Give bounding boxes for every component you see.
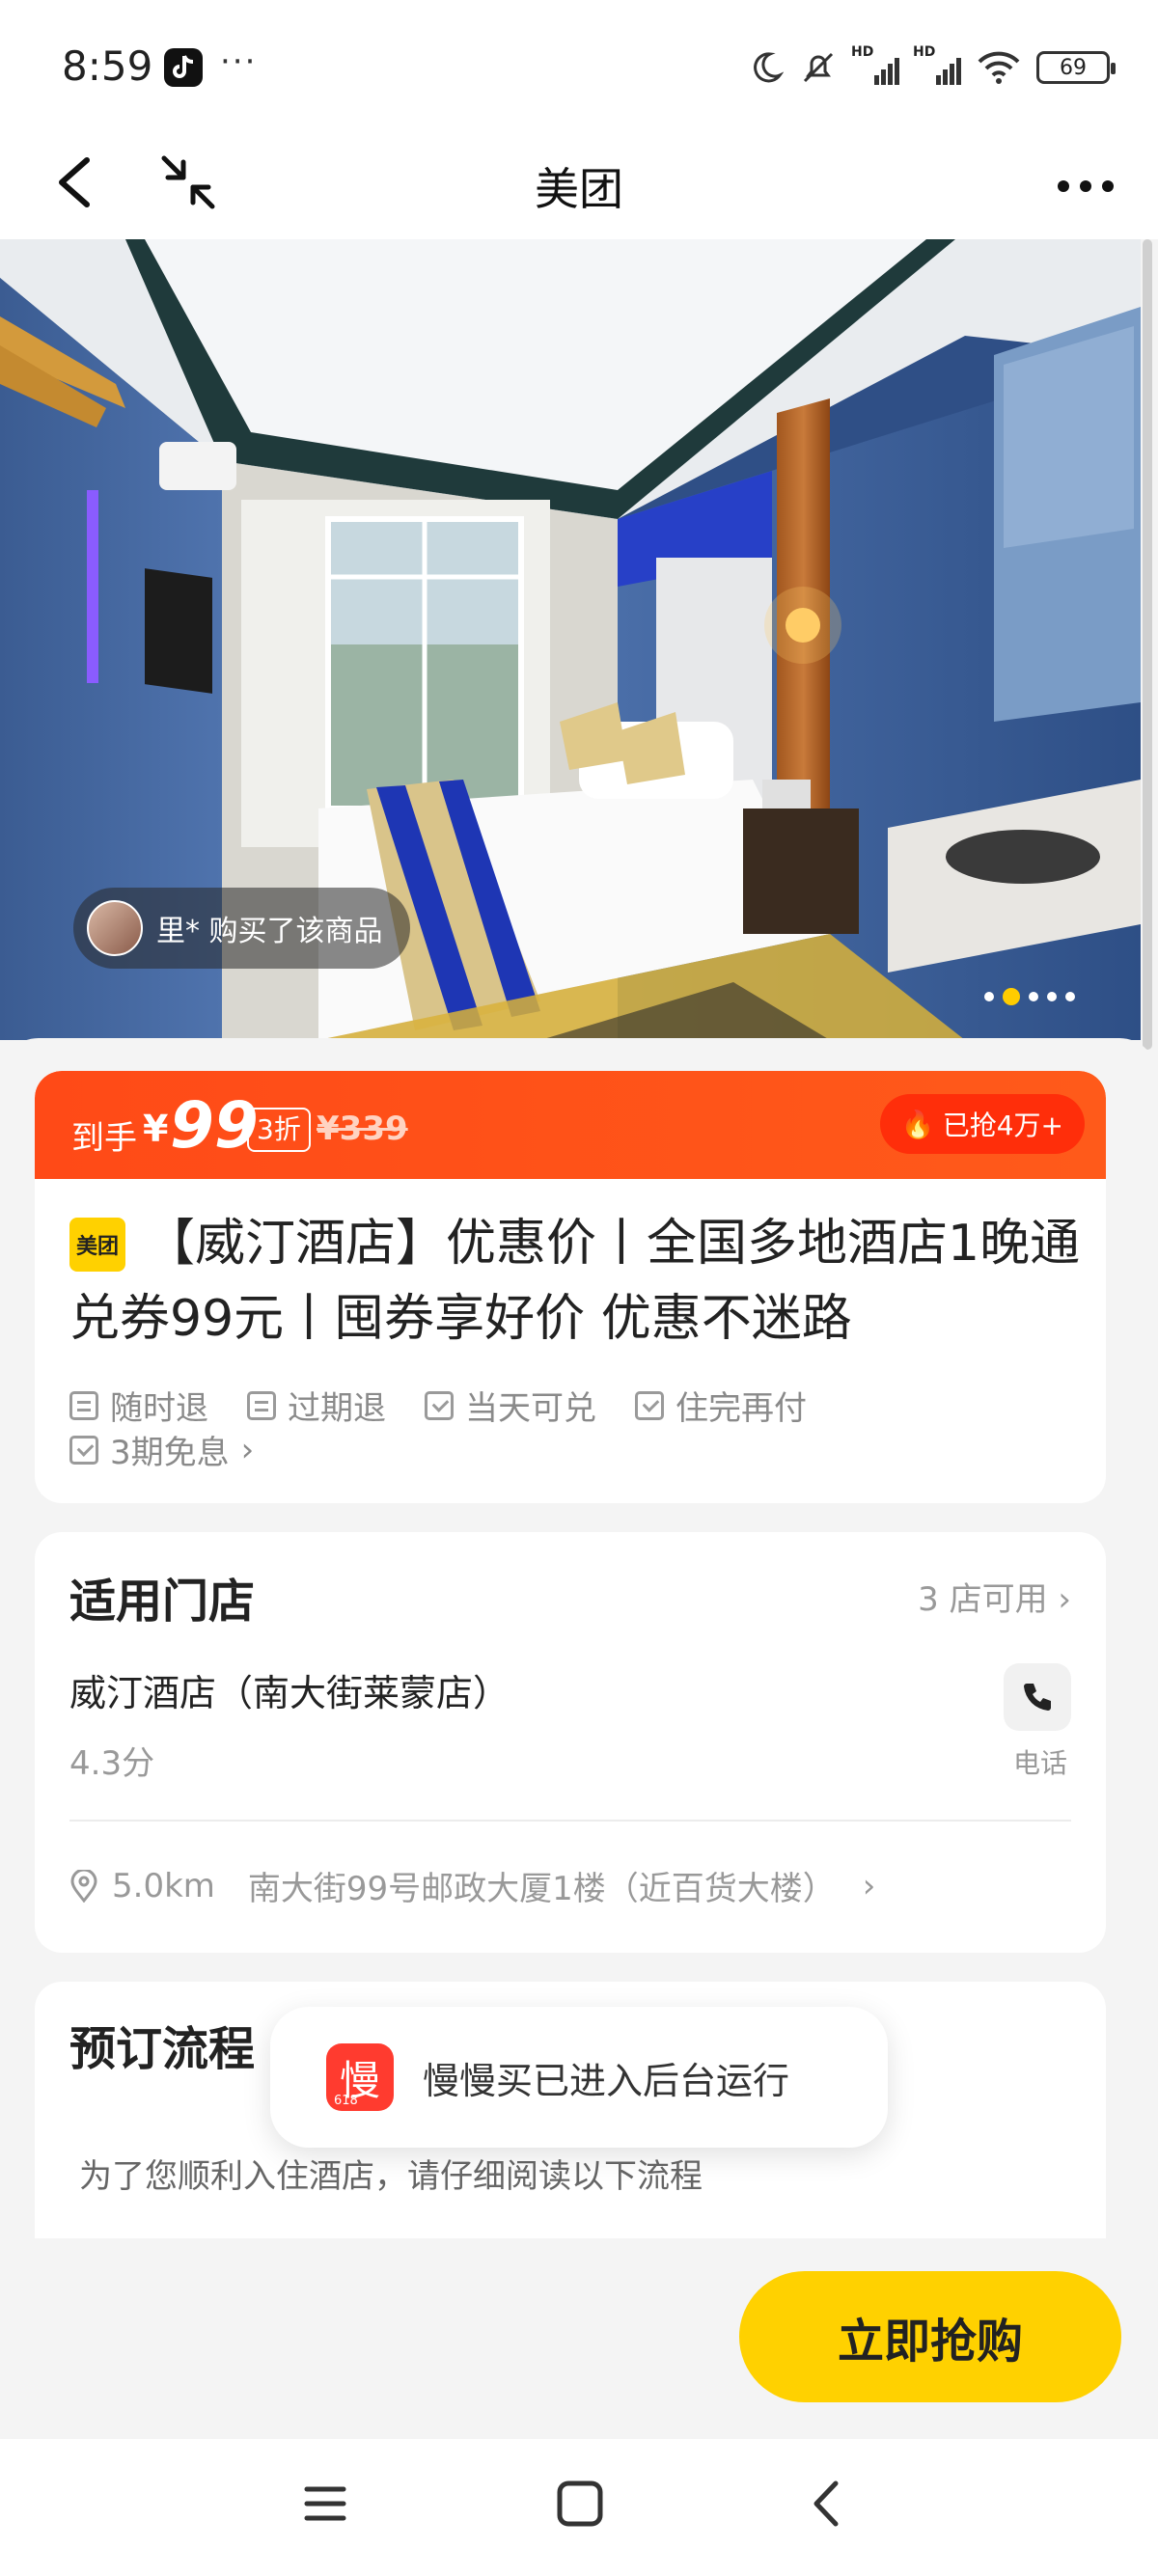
sold-count-text: 已抢4万+ xyxy=(942,1110,1063,1141)
status-icons: HD HD 69 xyxy=(749,44,1116,91)
flame-icon: 🔥 xyxy=(900,1108,935,1140)
battery-icon: 69 xyxy=(1036,51,1116,84)
status-bar: 8:59 ··· HD HD 69 xyxy=(0,0,1158,135)
manmanmai-app-icon: 慢 618 xyxy=(326,2043,394,2111)
product-card: 到手 ¥ 99 3折 ¥339 🔥 已抢4万+ 美团 【威汀酒店】优惠价丨全国多… xyxy=(35,1071,1106,1503)
signal-hd-icon: HD xyxy=(913,44,961,85)
status-time: 8:59 xyxy=(62,42,153,90)
chevron-right-icon: › xyxy=(240,1430,255,1469)
installment-tag[interactable]: 3期免息 › xyxy=(69,1426,254,1473)
original-price: ¥339 xyxy=(317,1110,408,1148)
store-count-link[interactable]: 3 店可用 › xyxy=(918,1573,1071,1620)
feature-tags: 随时退 过期退 当天可兑 住完再付 xyxy=(69,1382,807,1429)
tiktok-icon xyxy=(164,48,203,87)
buy-now-button[interactable]: 立即抢购 xyxy=(739,2271,1121,2402)
mute-icon xyxy=(803,52,834,83)
feature-tag: 当天可兑 xyxy=(425,1382,596,1429)
store-name[interactable]: 威汀酒店（南大街莱蒙店） xyxy=(69,1663,510,1716)
price-banner: 到手 ¥ 99 3折 ¥339 🔥 已抢4万+ xyxy=(35,1071,1106,1179)
store-card: 适用门店 3 店可用 › 威汀酒店（南大街莱蒙店） 4.3分 电话 5.0km … xyxy=(35,1532,1106,1953)
toast-text: 慢慢买已进入后台运行 xyxy=(423,2059,790,2102)
feature-tag: 过期退 xyxy=(247,1382,386,1429)
divider xyxy=(69,1820,1071,1822)
carousel-dot xyxy=(1029,992,1038,1001)
background-toast: 慢 618 慢慢买已进入后台运行 xyxy=(270,2007,888,2148)
price-value: 99 xyxy=(170,1088,259,1163)
system-nav-bar xyxy=(0,2439,1158,2576)
chevron-right-icon: › xyxy=(1058,1580,1071,1619)
buyer-activity-pill: 里* 购买了该商品 xyxy=(73,888,410,969)
price-prefix: 到手 xyxy=(71,1119,137,1158)
phone-icon xyxy=(1024,1684,1051,1711)
store-section-title: 适用门店 xyxy=(69,1575,256,1629)
feature-tag: 住完再付 xyxy=(635,1382,807,1429)
calendar-check-icon xyxy=(635,1390,664,1420)
store-rating: 4.3分 xyxy=(69,1744,155,1783)
menu-icon[interactable] xyxy=(301,2480,349,2528)
avatar xyxy=(87,900,143,956)
location-pin-icon xyxy=(70,1869,97,1903)
store-address-row[interactable]: 5.0km 南大街99号邮政大厦1楼（近百货大楼） › xyxy=(69,1862,1071,1909)
carousel-indicator xyxy=(984,988,1075,1005)
moon-icon xyxy=(754,52,784,83)
installment-row[interactable]: 3期免息 › xyxy=(69,1426,254,1473)
signal-hd-icon: HD xyxy=(851,44,899,85)
page-title: 美团 xyxy=(535,163,623,215)
buyer-activity-text: 里* 购买了该商品 xyxy=(156,915,383,948)
nav-bar: 美团 xyxy=(0,135,1158,239)
product-title: 【威汀酒店】优惠价丨全国多地酒店1晚通兑券99元丨囤券享好价 优惠不迷路 xyxy=(69,1215,1081,1348)
discount-badge: 3折 xyxy=(247,1108,311,1152)
store-distance: 5.0km xyxy=(112,1866,215,1905)
home-icon[interactable] xyxy=(554,2478,606,2530)
booking-note: 为了您顺利入住酒店，请仔细阅读以下流程 xyxy=(79,2157,703,2196)
document-icon xyxy=(247,1390,276,1420)
phone-label: 电话 xyxy=(1012,1747,1067,1779)
carousel-dot xyxy=(1047,992,1057,1001)
more-icon[interactable] xyxy=(1052,162,1119,210)
store-address: 南大街99号邮政大厦1楼（近百货大楼） xyxy=(247,1870,836,1908)
wifi-icon xyxy=(978,51,1020,84)
system-back-icon[interactable] xyxy=(807,2478,845,2530)
carousel-dot-active xyxy=(1003,988,1020,1005)
scrollbar[interactable] xyxy=(1143,239,1152,1050)
chevron-right-icon: › xyxy=(862,1866,876,1905)
sold-count-badge: 🔥 已抢4万+ xyxy=(879,1094,1085,1154)
calendar-check-icon xyxy=(69,1435,98,1465)
price-currency: ¥ xyxy=(143,1108,169,1150)
booking-section-title: 预订流程 xyxy=(69,2022,256,2076)
calendar-check-icon xyxy=(425,1390,454,1420)
carousel-dot xyxy=(984,992,994,1001)
carousel-dot xyxy=(1065,992,1075,1001)
status-overflow: ··· xyxy=(220,42,258,81)
document-icon xyxy=(69,1390,98,1420)
phone-button[interactable] xyxy=(1004,1663,1071,1731)
feature-tag: 随时退 xyxy=(69,1382,208,1429)
